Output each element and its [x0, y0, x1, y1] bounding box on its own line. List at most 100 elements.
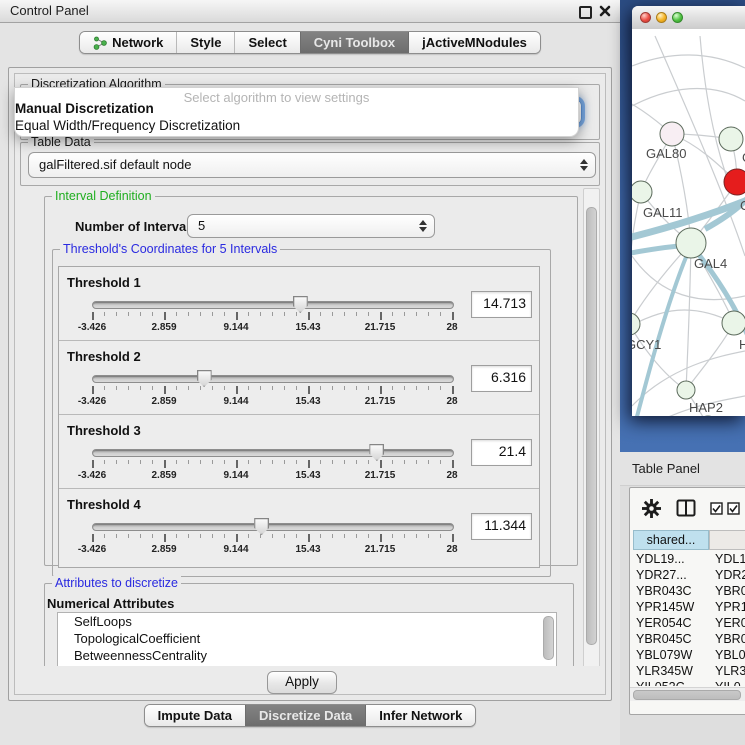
slider-thumb[interactable]: [197, 370, 212, 387]
table-cell[interactable]: YIL052C: [636, 680, 710, 686]
float-window-icon[interactable]: [579, 6, 592, 19]
popup-item-equal-width-frequency[interactable]: Equal Width/Frequency Discretization: [15, 118, 240, 133]
threshold-value-field[interactable]: 6.316: [471, 365, 532, 392]
column-header-shared-name[interactable]: shared...: [633, 530, 709, 550]
tab-network[interactable]: Network: [80, 32, 176, 53]
table-cell[interactable]: YDL19...: [636, 552, 710, 566]
table-cell[interactable]: YER054C: [636, 616, 710, 630]
table-cell[interactable]: YBR045C: [636, 632, 710, 646]
network-node-gcy1[interactable]: [632, 313, 640, 335]
apply-button[interactable]: Apply: [267, 671, 337, 694]
tab-label: Cyni Toolbox: [314, 35, 395, 50]
network-node-gal4[interactable]: [676, 228, 706, 258]
threshold-slider[interactable]: -3.4262.8599.14415.4321.71528: [92, 519, 452, 559]
threshold-value-field[interactable]: 14.713: [471, 291, 532, 318]
table-cell[interactable]: YPR145W: [636, 600, 710, 614]
attribute-list-item[interactable]: SelfLoops: [58, 613, 556, 630]
tab-style[interactable]: Style: [176, 32, 234, 53]
table-row[interactable]: YLR345W YLR3: [633, 664, 745, 680]
table-data-combobox[interactable]: galFiltered.sif default node: [28, 152, 596, 178]
slider-thumb[interactable]: [254, 518, 269, 535]
table-cell[interactable]: YLR345W: [636, 664, 710, 678]
scrollbar-thumb[interactable]: [586, 207, 597, 645]
network-node-hap2[interactable]: [677, 381, 695, 399]
window-title: Control Panel: [10, 3, 89, 18]
tab-cyni-toolbox[interactable]: Cyni Toolbox: [300, 32, 408, 53]
network-node-g[interactable]: [719, 127, 743, 151]
tab-infer-network[interactable]: Infer Network: [365, 705, 475, 726]
popup-item-manual-discretization[interactable]: Manual Discretization: [15, 101, 154, 116]
network-node-gal80[interactable]: [660, 122, 684, 146]
threshold-value-field[interactable]: 11.344: [471, 513, 532, 540]
network-canvas[interactable]: GAL80GCGAL11GAL4GCY1HHAP2: [632, 29, 745, 416]
table-row[interactable]: YDR27... YDR2: [633, 568, 745, 584]
slider-track[interactable]: [92, 523, 454, 531]
table-cell[interactable]: YBR0: [715, 584, 745, 598]
slider-thumb[interactable]: [369, 444, 384, 461]
slider-scale-labels: -3.4262.8599.14415.4321.71528: [92, 396, 452, 408]
table-row[interactable]: YBR043C YBR0: [633, 584, 745, 600]
tick-mark: [152, 312, 153, 316]
tick-mark: [92, 460, 94, 468]
tick-mark: [212, 312, 213, 316]
tab-jactivemnodules[interactable]: jActiveMNodules: [408, 32, 540, 53]
table-row[interactable]: YER054C YER0: [633, 616, 745, 632]
attributes-list-scrollbar[interactable]: [543, 616, 554, 660]
tick-mark: [188, 386, 189, 390]
slider-track[interactable]: [92, 449, 454, 457]
table-cell[interactable]: YPR1: [715, 600, 745, 614]
checkbox-icon[interactable]: [727, 502, 740, 515]
table-cell[interactable]: YDL1: [715, 552, 745, 566]
table-cell[interactable]: YBL079W: [636, 648, 710, 662]
tab-select[interactable]: Select: [234, 32, 299, 53]
tick-mark: [296, 460, 297, 464]
table-horizontal-scrollbar[interactable]: [630, 687, 745, 701]
tick-mark: [164, 460, 166, 468]
split-view-icon[interactable]: [676, 499, 696, 517]
traffic-light-close-icon[interactable]: [640, 12, 651, 23]
table-cell[interactable]: YDR27...: [636, 568, 710, 582]
settings-vertical-scrollbar[interactable]: [583, 188, 600, 666]
table-cell[interactable]: YBR043C: [636, 584, 710, 598]
checkbox-icon[interactable]: [710, 502, 723, 515]
table-cell[interactable]: YLR3: [715, 664, 745, 678]
traffic-light-zoom-icon[interactable]: [672, 12, 683, 23]
network-node-gal11[interactable]: [632, 181, 652, 203]
threshold-value-field[interactable]: 21.4: [471, 439, 532, 466]
network-node-c[interactable]: [724, 169, 745, 195]
gear-icon[interactable]: [642, 499, 661, 518]
slider-track[interactable]: [92, 375, 454, 383]
table-row[interactable]: YDL19... YDL1: [633, 552, 745, 568]
network-window-titlebar[interactable]: [632, 6, 745, 30]
slider-track[interactable]: [92, 301, 454, 309]
tab-impute-data[interactable]: Impute Data: [145, 705, 245, 726]
table-cell[interactable]: YBR0: [715, 632, 745, 646]
attribute-list-item[interactable]: TopologicalCoefficient: [58, 630, 556, 647]
table-cell[interactable]: YDR2: [715, 568, 745, 582]
slider-thumb[interactable]: [293, 296, 308, 313]
table-cell[interactable]: YIL0: [715, 680, 741, 686]
table-row[interactable]: YPR145W YPR1: [633, 600, 745, 616]
table-row[interactable]: YBR045C YBR0: [633, 632, 745, 648]
numerical-attributes-list[interactable]: SelfLoopsTopologicalCoefficientBetweenne…: [57, 612, 557, 666]
threshold-slider[interactable]: -3.4262.8599.14415.4321.71528: [92, 297, 452, 337]
column-header-name[interactable]: n: [709, 530, 745, 550]
threshold-slider[interactable]: -3.4262.8599.14415.4321.71528: [92, 371, 452, 411]
close-icon[interactable]: [599, 5, 611, 17]
tick-mark: [344, 534, 345, 538]
table-row[interactable]: YIL052C YIL0: [633, 680, 745, 686]
table-cell[interactable]: YBL0: [715, 648, 745, 662]
scrollbar-thumb[interactable]: [633, 690, 741, 700]
network-node-h[interactable]: [722, 311, 745, 335]
table-row[interactable]: YBL079W YBL0: [633, 648, 745, 664]
table-cell[interactable]: YER0: [715, 616, 745, 630]
tab-discretize-data[interactable]: Discretize Data: [245, 705, 365, 726]
number-of-intervals-combobox[interactable]: 5: [187, 214, 435, 238]
attribute-list-item[interactable]: BetweennessCentrality: [58, 647, 556, 664]
number-of-intervals-value: 5: [198, 218, 205, 233]
tick-mark: [260, 460, 261, 464]
threshold-slider[interactable]: -3.4262.8599.14415.4321.71528: [92, 445, 452, 485]
tick-mark: [452, 312, 454, 320]
tick-mark: [164, 386, 166, 394]
traffic-light-minimize-icon[interactable]: [656, 12, 667, 23]
